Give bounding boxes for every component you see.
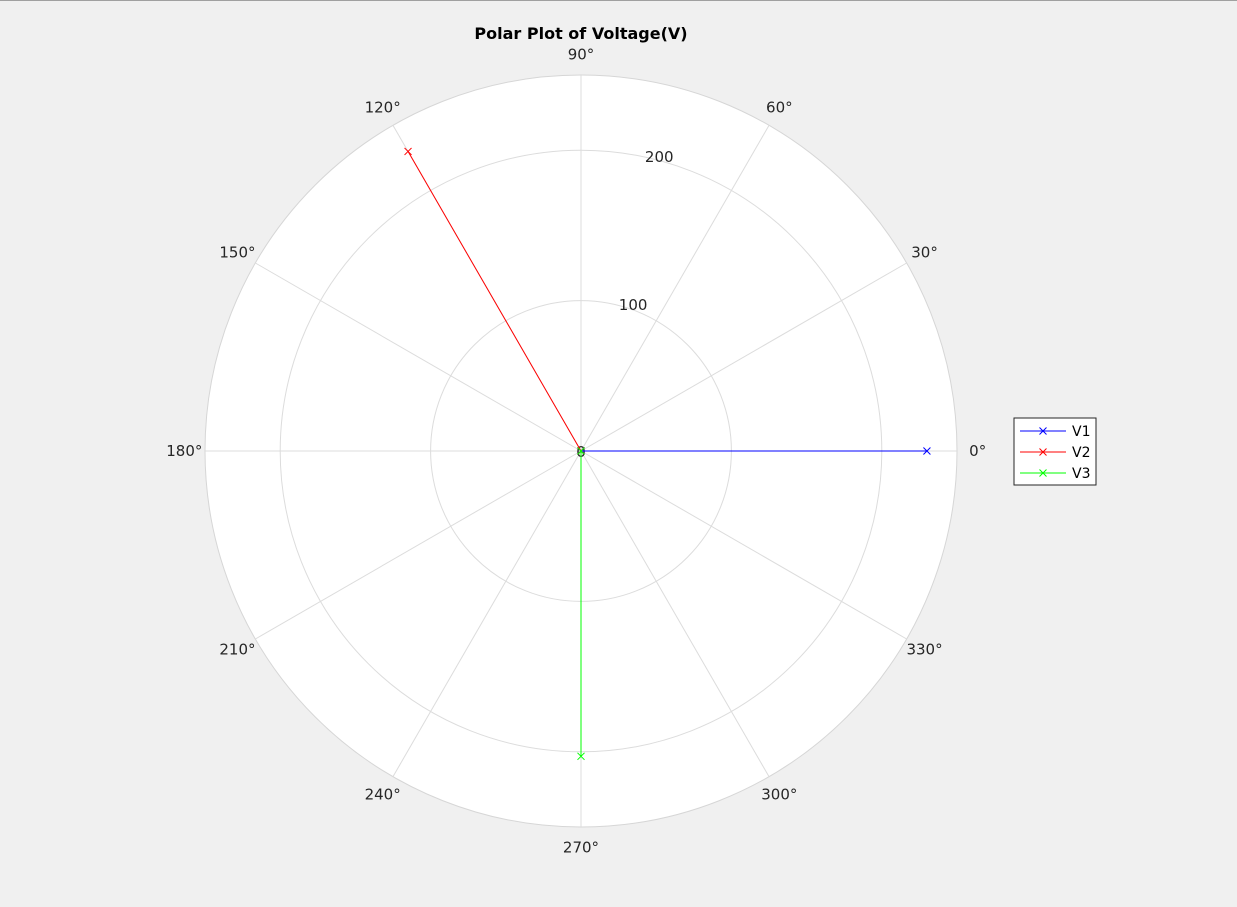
legend-label: V2 xyxy=(1072,445,1090,461)
theta-tick-label: 0° xyxy=(969,442,986,460)
figure-window: 0° 30° 60° 90° 120° 150° 180° 210° 240° 270° 300° 3… xyxy=(0,0,1237,906)
theta-tick-label: 240° xyxy=(365,786,401,804)
legend[interactable]: V1 V2 V3 xyxy=(1013,417,1097,486)
polar-plot: 0° 30° 60° 90° 120° 150° 180° 210° 240° 270° 300° 3… xyxy=(166,24,1097,857)
theta-tick-label: 150° xyxy=(219,244,255,262)
legend-label: V3 xyxy=(1072,466,1090,482)
theta-tick-label: 90° xyxy=(568,45,595,63)
theta-tick-label: 300° xyxy=(761,786,797,804)
theta-tick-label: 180° xyxy=(166,442,202,460)
theta-tick-label: 270° xyxy=(563,839,599,857)
r-tick-label: 200 xyxy=(645,148,674,166)
r-tick-label: 100 xyxy=(619,296,648,314)
chart-title: Polar Plot of Voltage(V) xyxy=(474,24,687,43)
theta-tick-label: 330° xyxy=(906,640,942,658)
theta-tick-label: 60° xyxy=(766,98,793,116)
theta-tick-label: 120° xyxy=(365,98,401,116)
legend-label: V1 xyxy=(1072,424,1090,440)
theta-tick-label: 30° xyxy=(911,244,938,262)
theta-tick-label: 210° xyxy=(219,640,255,658)
